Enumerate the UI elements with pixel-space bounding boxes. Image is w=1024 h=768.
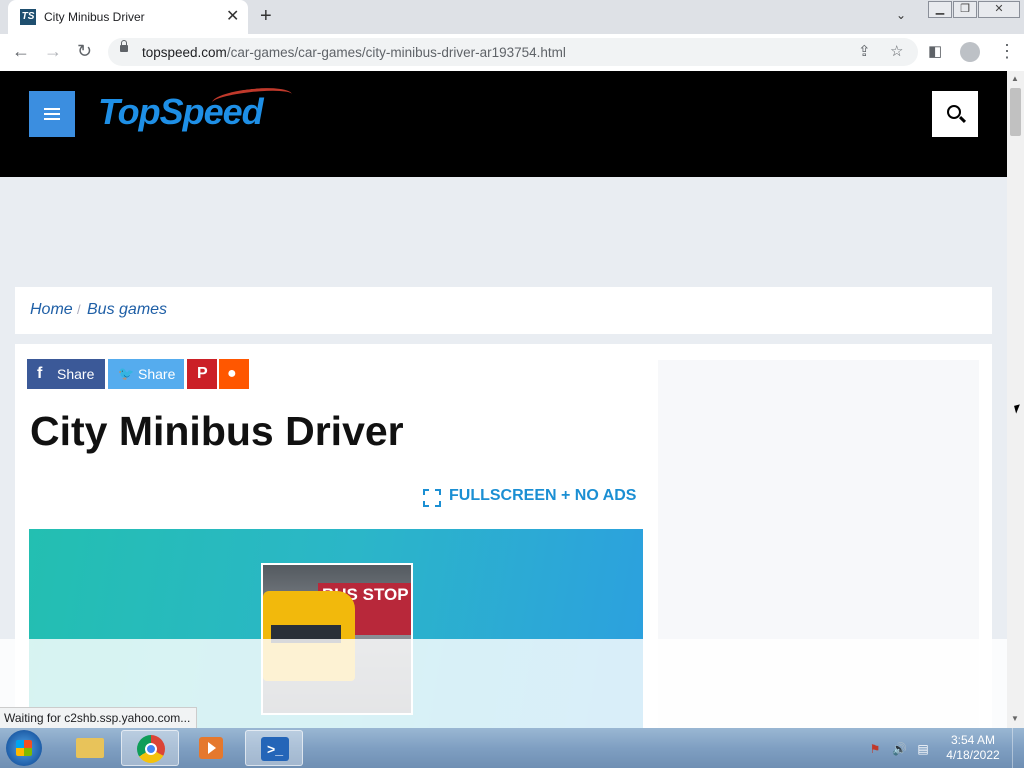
site-header: TopSpeed — [0, 71, 1007, 177]
side-panel-icon[interactable]: ◧ — [928, 41, 942, 63]
back-arrow-icon[interactable]: ← — [12, 40, 30, 62]
network-icon[interactable]: ▤ — [916, 742, 930, 756]
tab-title: City Minibus Driver — [44, 10, 145, 24]
web-page: TopSpeed Home / Bus games f Share 🐦 Shar… — [0, 71, 1007, 728]
system-clock[interactable]: 3:54 AM 4/18/2022 — [940, 733, 1006, 763]
taskbar-media-player[interactable] — [182, 730, 240, 766]
breadcrumb-bus-games-link[interactable]: Bus games — [87, 301, 167, 319]
chrome-icon — [137, 735, 165, 763]
url-text: topspeed.com/car-games/car-games/city-mi… — [142, 45, 566, 60]
hamburger-line — [44, 118, 60, 120]
reddit-icon: ● — [227, 365, 237, 382]
clock-date: 4/18/2022 — [946, 748, 1000, 762]
tab-search-chevron-icon[interactable]: ⌄ — [896, 8, 906, 22]
profile-avatar-icon[interactable] — [960, 42, 980, 62]
chrome-menu-icon[interactable]: ⋮ — [998, 40, 1016, 62]
action-center-flag-icon[interactable]: ⚑ — [868, 742, 882, 756]
hamburger-line — [44, 108, 60, 110]
clock-time: 3:54 AM — [950, 733, 996, 747]
close-window-button[interactable]: ✕ — [978, 1, 1020, 18]
browser-toolbar: ← → ↻ topspeed.com/car-games/car-games/c… — [0, 34, 1024, 72]
site-search-button[interactable] — [932, 91, 978, 137]
address-bar[interactable]: topspeed.com/car-games/car-games/city-mi… — [108, 38, 918, 66]
facebook-icon: f — [37, 365, 43, 382]
restore-button[interactable]: ❐ — [953, 1, 977, 18]
browser-tab-strip: TS City Minibus Driver ✕ + ⌄ ▁ ❐ ✕ — [0, 0, 1024, 34]
pinterest-icon: P — [197, 365, 208, 382]
loading-status-text: Waiting for c2shb.ssp.yahoo.com... — [0, 707, 198, 730]
volume-icon[interactable]: 🔊 — [892, 742, 907, 756]
forward-arrow-icon[interactable]: → — [44, 40, 62, 62]
twitter-share-button[interactable]: 🐦 Share — [108, 359, 184, 389]
close-tab-icon[interactable]: ✕ — [226, 7, 239, 27]
start-button-windows-icon[interactable] — [6, 730, 42, 766]
breadcrumb: Home / Bus games — [15, 287, 992, 334]
breadcrumb-home-link[interactable]: Home — [30, 301, 73, 319]
hamburger-line — [44, 113, 60, 115]
windows-taskbar: >_ ⚑ 🔊 ▤ 3:54 AM 4/18/2022 — [0, 728, 1024, 768]
reddit-share-button[interactable]: ● — [219, 359, 249, 389]
taskbar-powershell[interactable]: >_ — [245, 730, 303, 766]
breadcrumb-separator: / — [77, 302, 81, 317]
page-title: City Minibus Driver — [30, 408, 404, 454]
media-player-icon — [199, 737, 223, 759]
new-tab-button[interactable]: + — [260, 5, 272, 27]
fullscreen-expand-icon — [423, 489, 441, 507]
hamburger-menu-button[interactable] — [29, 91, 75, 137]
page-scrollbar[interactable]: ▲ ▼ — [1007, 71, 1024, 728]
facebook-share-button[interactable]: f Share — [27, 359, 105, 389]
browser-tab[interactable]: TS City Minibus Driver ✕ — [8, 0, 248, 34]
folder-icon — [76, 738, 104, 758]
lock-icon[interactable] — [120, 40, 128, 52]
twitter-icon: 🐦 — [118, 366, 135, 381]
scrollbar-thumb[interactable] — [1010, 88, 1021, 136]
taskbar-chrome[interactable] — [121, 730, 179, 766]
reload-icon[interactable]: ↻ — [77, 40, 92, 62]
bookmark-star-icon[interactable]: ☆ — [890, 42, 903, 60]
minimize-button[interactable]: ▁ — [928, 1, 952, 18]
share-page-icon[interactable]: ⇪ — [858, 42, 871, 60]
pinterest-share-button[interactable]: P — [187, 359, 217, 389]
scroll-down-arrow-icon[interactable]: ▼ — [1011, 714, 1019, 723]
taskbar-explorer[interactable] — [60, 730, 118, 766]
logo-swoosh-icon — [211, 84, 293, 113]
powershell-icon: >_ — [261, 737, 289, 761]
site-favicon-icon: TS — [20, 9, 36, 25]
scroll-up-arrow-icon[interactable]: ▲ — [1011, 74, 1019, 83]
search-icon-handle — [958, 115, 967, 124]
show-desktop-button[interactable] — [1012, 728, 1024, 768]
